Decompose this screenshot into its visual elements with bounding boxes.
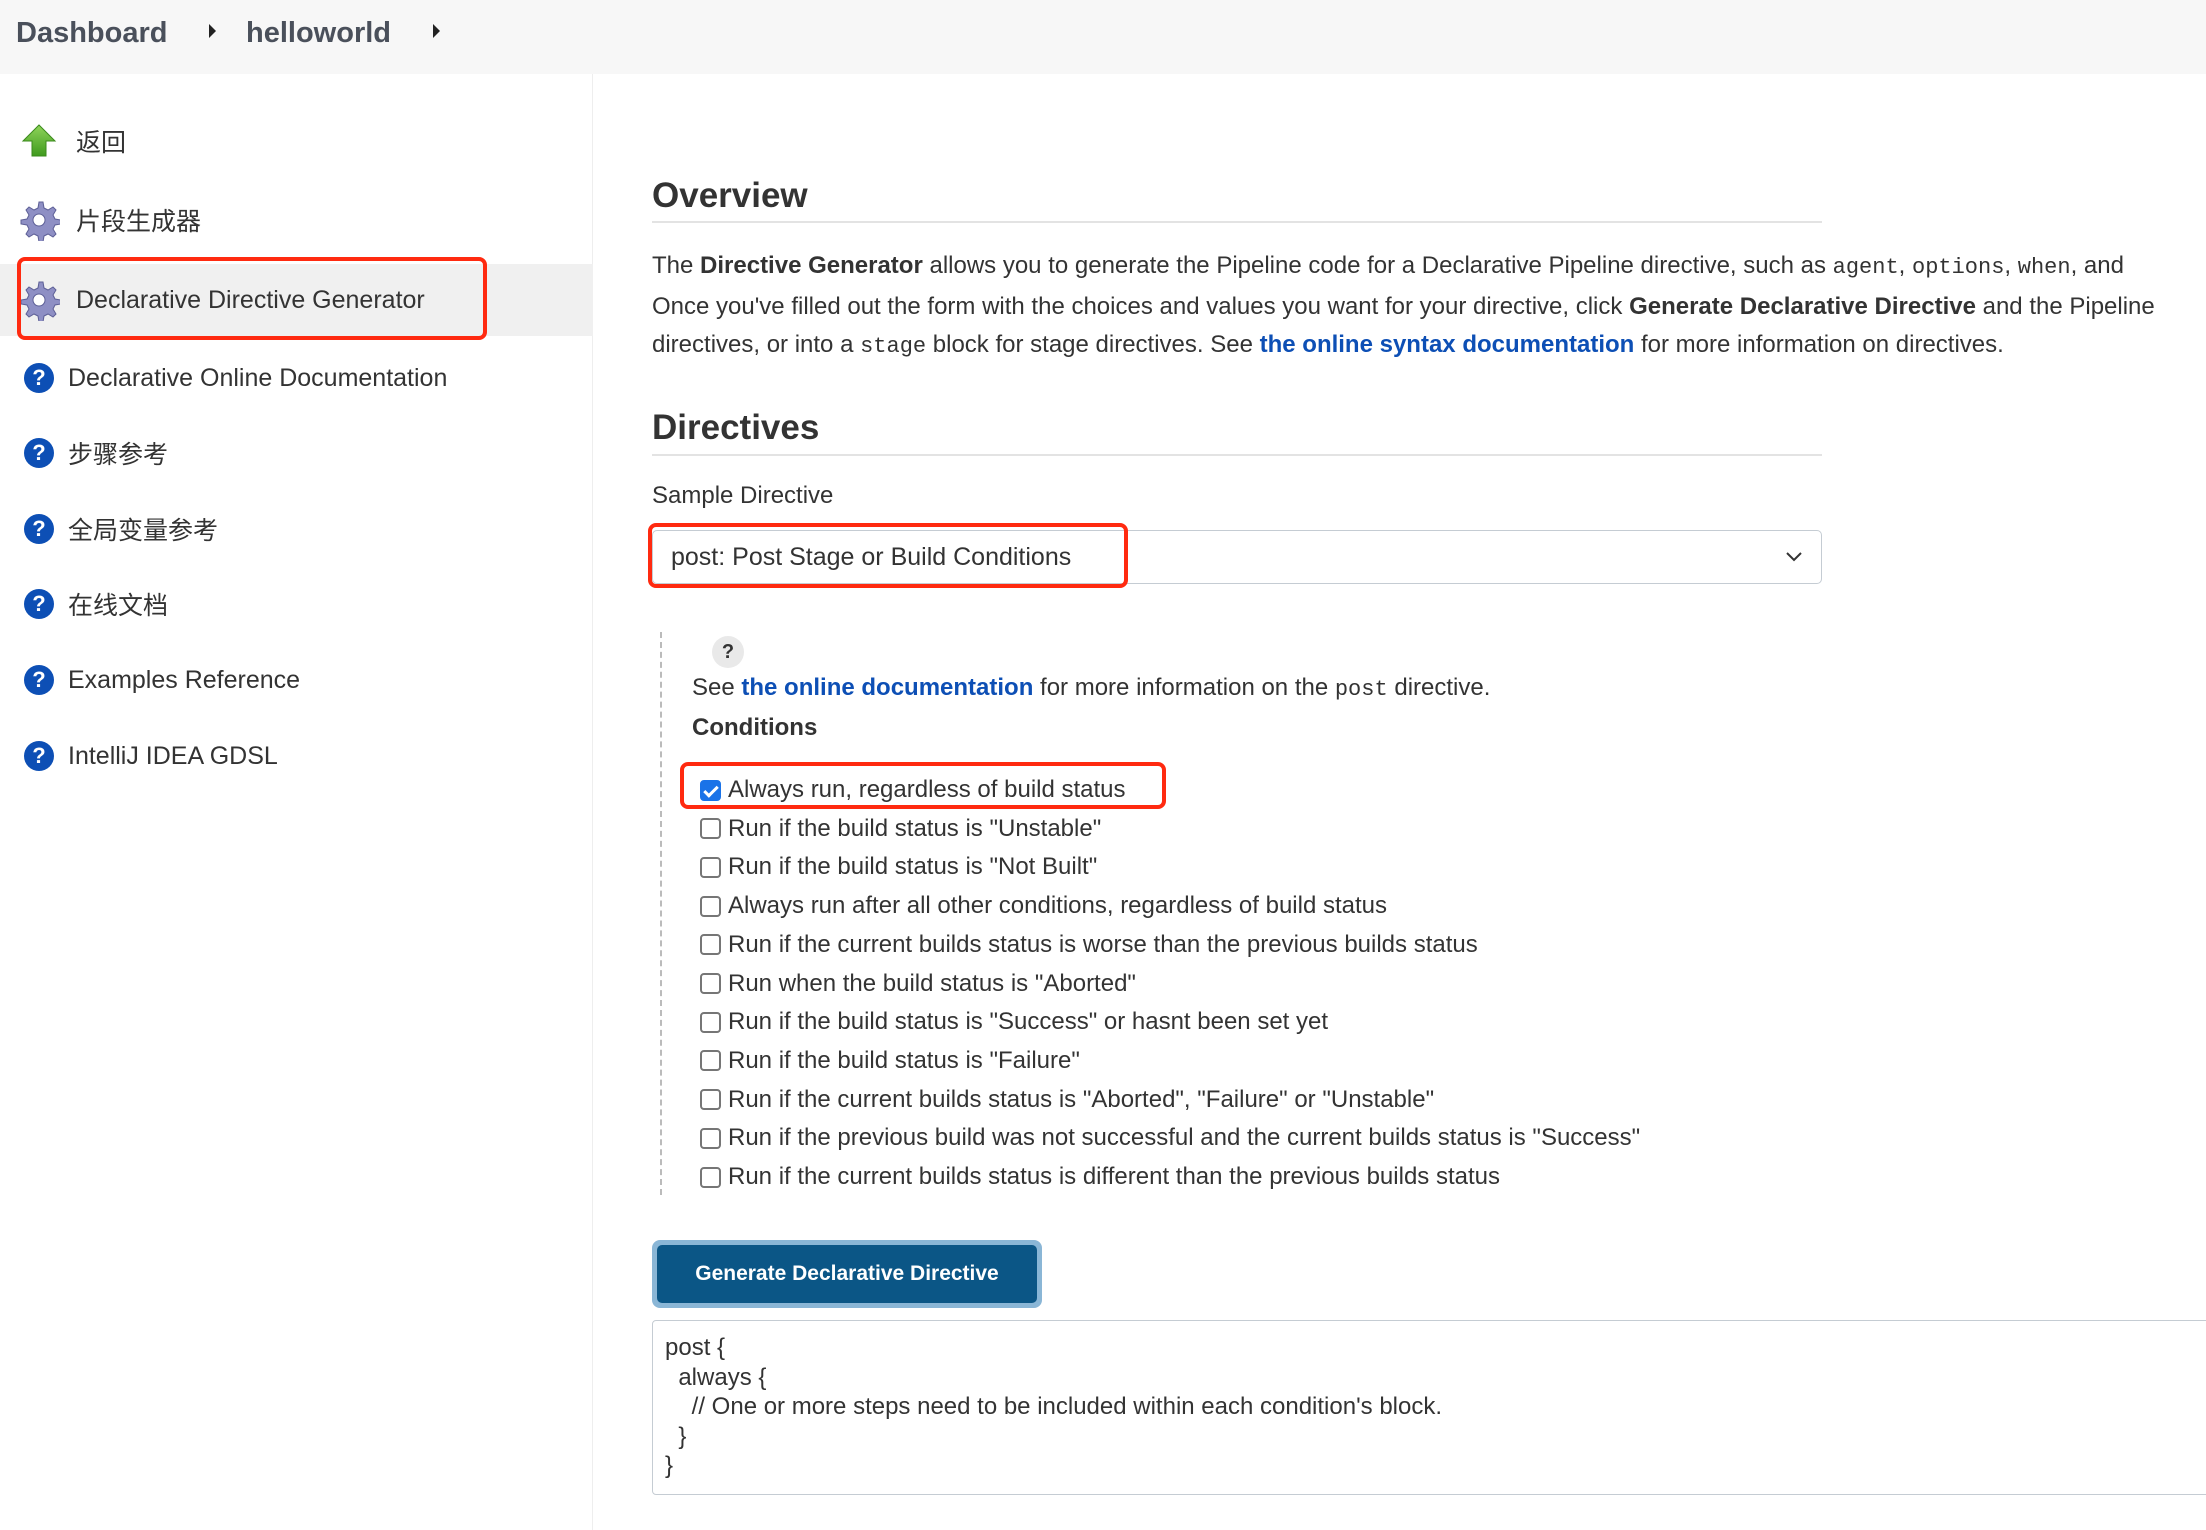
overview-description: The Directive Generator allows you to ge…: [652, 252, 2155, 359]
condition-not-built[interactable]: Run if the build status is "Not Built": [700, 851, 1097, 883]
help-icon[interactable]: ?: [712, 636, 744, 668]
sidebar-item-label: IntelliJ IDEA GDSL: [68, 741, 278, 770]
condition-unstable[interactable]: Run if the build status is "Unstable": [700, 813, 1101, 845]
generated-directive-output[interactable]: post { always { // One or more steps nee…: [652, 1320, 2206, 1495]
condition-regression[interactable]: Run if the current builds status is wors…: [700, 929, 1478, 961]
help-icon: ?: [18, 357, 60, 399]
conditions-heading: Conditions: [692, 714, 818, 741]
checkbox[interactable]: [700, 818, 721, 840]
overview-divider: [652, 221, 1822, 223]
sample-directive-label: Sample Directive: [652, 482, 834, 509]
checkbox[interactable]: [700, 779, 721, 801]
syntax-docs-link[interactable]: the online syntax documentation: [1260, 331, 1635, 358]
sidebar-item-intellij-gdsl[interactable]: ? IntelliJ IDEA GDSL: [0, 720, 593, 792]
sidebar-item-label: 返回: [76, 129, 127, 157]
sidebar-item-online-docs[interactable]: ? 在线文档: [0, 568, 593, 640]
sidebar-item-label: Declarative Directive Generator: [76, 285, 425, 314]
generate-button-focus-ring: Generate Declarative Directive: [652, 1240, 1042, 1308]
generate-declarative-directive-button[interactable]: Generate Declarative Directive: [657, 1245, 1037, 1303]
sidebar-item-steps-reference[interactable]: ? 步骤参考: [0, 417, 593, 489]
sample-directive-select[interactable]: post: Post Stage or Build Conditions: [652, 530, 1822, 584]
directives-heading: Directives: [652, 408, 820, 447]
sidebar-item-declarative-online-documentation[interactable]: ? Declarative Online Documentation: [0, 342, 593, 414]
breadcrumb-arrow-icon[interactable]: [209, 24, 216, 38]
directives-divider: [652, 454, 1822, 456]
overview-heading: Overview: [652, 176, 808, 215]
checkbox[interactable]: [700, 1127, 721, 1149]
up-arrow-icon: [18, 120, 60, 162]
sidebar-item-label: 在线文档: [68, 592, 169, 620]
gear-icon: [18, 199, 60, 241]
checkbox[interactable]: [700, 856, 721, 878]
help-icon: ?: [18, 659, 60, 701]
sample-directive-value: post: Post Stage or Build Conditions: [671, 543, 1072, 571]
condition-cleanup[interactable]: Always run after all other conditions, r…: [700, 890, 1387, 922]
sidebar-item-label: 片段生成器: [76, 208, 202, 236]
checkbox[interactable]: [700, 1050, 721, 1072]
chevron-down-icon: [1786, 552, 1802, 562]
condition-unsuccessful[interactable]: Run if the current builds status is "Abo…: [700, 1084, 1434, 1116]
gear-icon: [18, 279, 60, 321]
sidebar-item-examples-reference[interactable]: ? Examples Reference: [0, 644, 593, 716]
checkbox[interactable]: [700, 895, 721, 917]
online-documentation-link[interactable]: the online documentation: [741, 674, 1033, 701]
sidebar-item-label: Examples Reference: [68, 665, 301, 694]
sidebar-item-declarative-directive-generator[interactable]: Declarative Directive Generator: [0, 264, 593, 336]
checkbox[interactable]: [700, 934, 721, 956]
breadcrumb-arrow-icon[interactable]: [433, 24, 440, 38]
breadcrumb-dashboard[interactable]: Dashboard: [16, 15, 167, 51]
sidebar-item-global-variables-reference[interactable]: ? 全局变量参考: [0, 493, 593, 565]
breadcrumb-helloworld[interactable]: helloworld: [246, 15, 391, 51]
checkbox[interactable]: [700, 1166, 721, 1188]
help-icon: ?: [18, 735, 60, 777]
checkbox[interactable]: [700, 1011, 721, 1033]
help-icon: ?: [18, 583, 60, 625]
help-icon: ?: [18, 432, 60, 474]
sidebar-item-label: Declarative Online Documentation: [68, 363, 448, 392]
main-content: Overview The Directive Generator allows …: [652, 0, 2206, 1530]
condition-always[interactable]: Always run, regardless of build status: [700, 774, 1126, 806]
sidebar-item-label: 步骤参考: [68, 441, 169, 469]
checkbox[interactable]: [700, 973, 721, 994]
condition-failure[interactable]: Run if the build status is "Failure": [700, 1045, 1080, 1077]
sidebar-item-label: 全局变量参考: [68, 517, 219, 545]
sidebar-item-back[interactable]: 返回: [0, 105, 593, 177]
directive-help-text: See the online documentation for more in…: [692, 674, 1491, 702]
condition-fixed[interactable]: Run if the previous build was not succes…: [700, 1122, 1640, 1154]
sidebar-item-snippet-generator[interactable]: 片段生成器: [0, 184, 593, 256]
sidebar: 返回 片段生成器 Declarative Directive Generator…: [0, 74, 593, 1530]
condition-aborted[interactable]: Run when the build status is "Aborted": [700, 968, 1136, 1000]
condition-success[interactable]: Run if the build status is "Success" or …: [700, 1006, 1328, 1038]
condition-changed[interactable]: Run if the current builds status is diff…: [700, 1161, 1500, 1193]
help-icon: ?: [18, 508, 60, 550]
directive-help-panel: ? See the online documentation for more …: [660, 632, 1960, 1195]
checkbox[interactable]: [700, 1089, 721, 1111]
